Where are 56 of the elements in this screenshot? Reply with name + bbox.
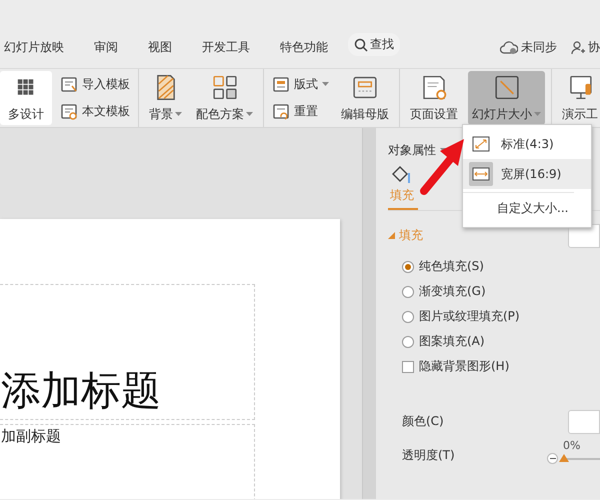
menu-item[interactable]: 标准(4:3) — [463, 129, 591, 159]
caret-icon — [534, 112, 541, 117]
radio-button[interactable] — [402, 286, 414, 298]
ribbon-button[interactable]: 版式 — [270, 76, 331, 93]
radio-button[interactable] — [402, 336, 414, 348]
slider-value: 0% — [563, 439, 580, 452]
ribbon-button[interactable]: 导入模板 — [58, 76, 132, 93]
ribbon-button[interactable]: 编辑母版 — [337, 71, 393, 125]
slider-thumb[interactable] — [559, 454, 569, 462]
radio-option[interactable]: 纯色填充(S) — [402, 258, 600, 275]
radio-button[interactable] — [402, 310, 414, 322]
collaborate-button[interactable]: 协 — [588, 39, 600, 56]
panel-title[interactable]: 对象属性 — [388, 142, 436, 159]
radio-option[interactable]: 渐变填充(G) — [402, 283, 600, 300]
checkbox[interactable] — [402, 360, 414, 372]
template-doc-icon — [60, 103, 78, 120]
color-field[interactable] — [568, 410, 600, 434]
menu-item[interactable]: 宽屏(16:9) — [463, 159, 591, 189]
search-button[interactable]: 查找 — [348, 33, 400, 56]
menu-item[interactable]: 特色功能 — [280, 39, 344, 56]
template-import-icon — [60, 76, 78, 93]
menu-item[interactable]: 开发工具 — [202, 39, 266, 56]
widescreen-icon — [469, 162, 493, 186]
field-label: 颜色(C) — [402, 412, 444, 430]
caret-icon — [175, 112, 182, 117]
radio-option[interactable]: 图片或纹理填充(P) — [402, 308, 600, 325]
radio-button[interactable] — [402, 260, 414, 272]
ribbon-button[interactable]: 配色方案 — [192, 71, 257, 125]
reset-icon — [272, 103, 290, 120]
collapse-icon[interactable] — [388, 232, 395, 239]
cloud-icon — [500, 40, 518, 54]
scrollbar[interactable] — [362, 128, 376, 499]
checkbox-option[interactable]: 隐藏背景图形(H) — [402, 358, 600, 375]
ribbon-button[interactable]: 本文模板 — [58, 103, 132, 120]
minus-button[interactable] — [547, 453, 558, 464]
ribbon-button[interactable]: 幻灯片大小 — [468, 71, 545, 125]
ribbon-button[interactable]: 演示工 — [558, 71, 600, 125]
title-placeholder[interactable]: 添加标题 — [0, 284, 255, 420]
field-label: 透明度(T) — [402, 446, 455, 464]
menu-item[interactable]: 审阅 — [94, 39, 134, 56]
subtitle-placeholder[interactable]: 加副标题 — [0, 424, 255, 499]
user-add-icon — [571, 40, 585, 54]
caret-icon — [322, 82, 329, 87]
section-title: 填充 — [399, 227, 423, 244]
layout-icon — [272, 76, 290, 93]
search-icon — [354, 38, 368, 52]
menu-item[interactable]: 自定义大小... — [463, 192, 574, 223]
menu-item[interactable]: 视图 — [148, 39, 188, 56]
ribbon-button[interactable]: 多设计 — [0, 71, 52, 125]
ribbon-button[interactable]: 背景 — [145, 71, 186, 125]
radio-option[interactable]: 图案填充(A) — [402, 333, 600, 350]
ribbon-button[interactable]: 页面设置 — [406, 71, 462, 125]
ribbon-button[interactable]: 重置 — [270, 103, 331, 120]
caret-icon — [246, 112, 253, 117]
sync-status[interactable]: 未同步 — [521, 39, 557, 56]
menu-item[interactable]: 幻灯片放映 — [4, 39, 80, 56]
